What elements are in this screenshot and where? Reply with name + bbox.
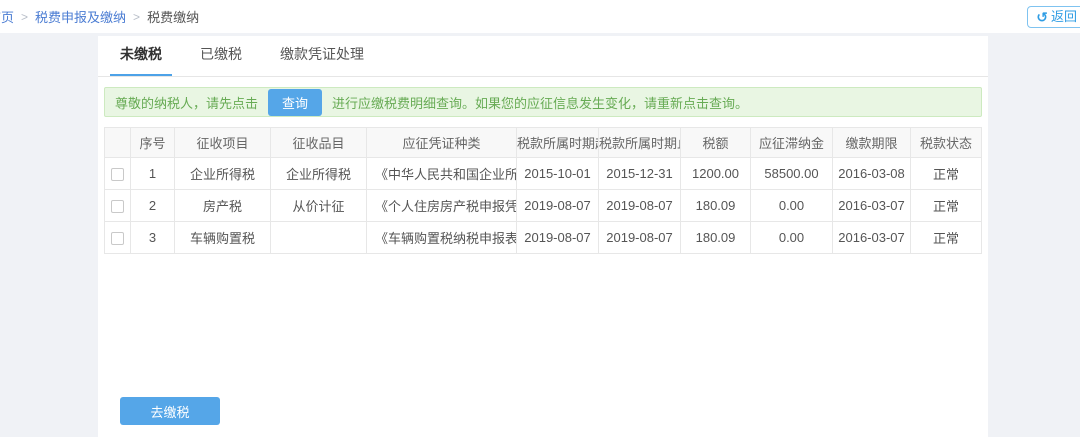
table-cell	[271, 222, 367, 254]
table-cell: 2019-08-07	[599, 222, 681, 254]
table-cell: 180.09	[681, 190, 751, 222]
table-cell: 2	[131, 190, 175, 222]
table-cell: 企业所得税	[271, 158, 367, 190]
go-pay-tax-button[interactable]: 去缴税	[120, 397, 220, 425]
column-header: 税款所属时期止	[599, 128, 681, 158]
checkbox-cell	[105, 190, 131, 222]
breadcrumb: 首页 > 税费申报及缴纳 > 税费缴纳	[0, 0, 199, 33]
back-button-label: 返回	[1051, 7, 1077, 27]
table-cell: 2015-12-31	[599, 158, 681, 190]
table-cell: 2015-10-01	[517, 158, 599, 190]
table-header-row: 序号征收项目征收品目应征凭证种类税款所属时期起税款所属时期止税额应征滞纳金缴款期…	[105, 128, 982, 158]
table-cell: 2019-08-07	[517, 190, 599, 222]
table-cell: 2019-08-07	[517, 222, 599, 254]
notice-prefix: 尊敬的纳税人，请先点击	[115, 93, 258, 112]
table-cell: 3	[131, 222, 175, 254]
checkbox-cell	[105, 222, 131, 254]
table-cell: 《个人住房房产税申报凭证（...	[367, 190, 517, 222]
unpaid-tax-table: 序号征收项目征收品目应征凭证种类税款所属时期起税款所属时期止税额应征滞纳金缴款期…	[104, 127, 982, 254]
table-cell: 企业所得税	[175, 158, 271, 190]
table-cell: 1200.00	[681, 158, 751, 190]
table-cell: 正常	[911, 158, 982, 190]
tab-2[interactable]: 缴款凭证处理	[270, 36, 374, 76]
column-header: 征收品目	[271, 128, 367, 158]
tab-1[interactable]: 已缴税	[190, 36, 252, 76]
column-header: 税额	[681, 128, 751, 158]
back-arrow-icon: ↺	[1036, 7, 1048, 27]
breadcrumb-current-page: 税费缴纳	[147, 7, 199, 26]
table-cell: 《车辆购置税纳税申报表》	[367, 222, 517, 254]
table-row: 2房产税从价计征《个人住房房产税申报凭证（...2019-08-072019-0…	[105, 190, 982, 222]
notice-bar: 尊敬的纳税人，请先点击 查询 进行应缴税费明细查询。如果您的应征信息发生变化，请…	[104, 87, 982, 117]
breadcrumb-separator: >	[133, 10, 140, 24]
table-cell: 0.00	[751, 222, 833, 254]
table-cell: 正常	[911, 190, 982, 222]
checkbox-column-header	[105, 128, 131, 158]
column-header: 缴款期限	[833, 128, 911, 158]
table-cell: 180.09	[681, 222, 751, 254]
table-cell: 车辆购置税	[175, 222, 271, 254]
table-cell: 58500.00	[751, 158, 833, 190]
row-checkbox[interactable]	[111, 168, 124, 181]
table-cell: 房产税	[175, 190, 271, 222]
content-card: 未缴税已缴税缴款凭证处理 尊敬的纳税人，请先点击 查询 进行应缴税费明细查询。如…	[98, 36, 988, 437]
column-header: 税款状态	[911, 128, 982, 158]
table-cell: 2016-03-07	[833, 222, 911, 254]
breadcrumb-tax-declaration[interactable]: 税费申报及缴纳	[35, 7, 126, 26]
tab-bar: 未缴税已缴税缴款凭证处理	[98, 36, 988, 77]
table-row: 1企业所得税企业所得税《中华人民共和国企业所得税...2015-10-01201…	[105, 158, 982, 190]
table-cell: 从价计征	[271, 190, 367, 222]
table-cell: 0.00	[751, 190, 833, 222]
top-bar: 首页 > 税费申报及缴纳 > 税费缴纳 ↺ 返回	[0, 0, 1080, 33]
table-cell: 1	[131, 158, 175, 190]
back-button[interactable]: ↺ 返回	[1027, 6, 1080, 28]
breadcrumb-home[interactable]: 首页	[0, 7, 14, 26]
tab-0[interactable]: 未缴税	[110, 36, 172, 76]
column-header: 应征滞纳金	[751, 128, 833, 158]
table-cell: 正常	[911, 222, 982, 254]
notice-suffix: 进行应缴税费明细查询。如果您的应征信息发生变化，请重新点击查询。	[332, 93, 748, 112]
table-cell: 2016-03-07	[833, 190, 911, 222]
table-cell: 《中华人民共和国企业所得税...	[367, 158, 517, 190]
checkbox-cell	[105, 158, 131, 190]
table-cell: 2016-03-08	[833, 158, 911, 190]
breadcrumb-separator: >	[21, 10, 28, 24]
query-button[interactable]: 查询	[268, 89, 322, 116]
table-row: 3车辆购置税《车辆购置税纳税申报表》2019-08-072019-08-0718…	[105, 222, 982, 254]
column-header: 征收项目	[175, 128, 271, 158]
column-header: 序号	[131, 128, 175, 158]
table-cell: 2019-08-07	[599, 190, 681, 222]
row-checkbox[interactable]	[111, 232, 124, 245]
column-header: 应征凭证种类	[367, 128, 517, 158]
row-checkbox[interactable]	[111, 200, 124, 213]
column-header: 税款所属时期起	[517, 128, 599, 158]
